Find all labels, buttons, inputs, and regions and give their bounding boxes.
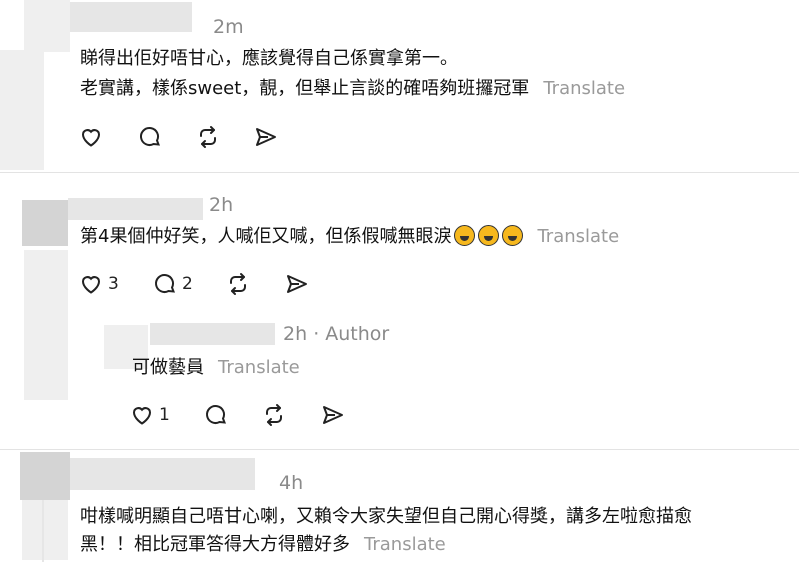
rolling-laughing-emoji [454,225,476,246]
translate-link[interactable]: Translate [218,357,300,378]
translate-link[interactable]: Translate [364,534,446,555]
heart-icon [81,276,101,294]
avatar[interactable] [20,452,70,500]
like-count: 3 [108,274,119,294]
comment-text-line-2: 黑！！相比冠軍答得大方得體好多 Translate [80,530,446,560]
blurred-username[interactable] [68,198,203,220]
comment-text: 黑！！相比冠軍答得大方得體好多 [80,534,350,555]
comment-text: 老實講，樣係sweet，靚，但舉止言談的確唔夠班攞冠軍 [80,78,530,99]
timestamp: 4h [279,472,304,494]
comment-text-line-2: 老實講，樣係sweet，靚，但舉止言談的確唔夠班攞冠軍 Translate [80,74,625,104]
repost-button[interactable] [226,272,250,296]
author-tag: · Author [313,323,390,345]
comment-text-line-1: 睇得出佢好唔甘心，應該覺得自己係實拿第一。 [80,48,458,69]
reply-button[interactable] [204,403,228,427]
avatar[interactable] [22,200,68,246]
share-button[interactable] [285,272,309,296]
timestamp: 2h · Author [283,323,389,345]
send-icon [256,128,276,146]
blurred-thread-area [22,500,68,560]
avatar[interactable] [24,0,70,52]
divider [0,172,799,173]
blurred-username[interactable] [70,2,192,32]
heart-icon [81,129,101,147]
comment-icon [155,274,176,293]
reply-text: 可做藝員 [132,357,204,378]
blurred-thread-area [0,50,44,170]
repost-icon [230,273,246,295]
like-button[interactable] [79,125,103,149]
send-icon [287,275,307,293]
comment-text: 第4果個仲好笑，人喊佢又喊，但係假喊無眼淚 [80,226,452,247]
blurred-username[interactable] [150,323,275,345]
repost-icon [200,126,216,148]
translate-link[interactable]: Translate [543,78,625,99]
repost-icon [266,404,282,426]
repost-button[interactable] [262,403,286,427]
like-button[interactable]: 1 [130,403,170,427]
send-icon [323,406,343,424]
like-count: 1 [159,405,170,425]
thread-line [42,500,44,562]
comment-icon [140,127,161,146]
timestamp: 2m [213,16,244,38]
blurred-username[interactable] [70,458,255,490]
like-button[interactable]: 3 [79,272,119,296]
reply-button[interactable] [138,125,162,149]
comment-icon [206,405,227,424]
repost-button[interactable] [196,125,220,149]
blurred-thread-area [24,250,68,400]
share-button[interactable] [321,403,345,427]
share-button[interactable] [254,125,278,149]
comment-text-line: 第4果個仲好笑，人喊佢又喊，但係假喊無眼淚 Translate [80,222,619,252]
timestamp: 2h [209,194,234,216]
reply-text-line: 可做藝員 Translate [132,353,300,383]
comment-text-line-1: 咁樣喊明顯自己唔甘心喇，又賴令大家失望但自己開心得獎，講多左啦愈描愈 [80,506,692,527]
reply-button[interactable]: 2 [153,272,193,296]
divider [0,449,799,450]
reply-count: 2 [182,274,193,294]
heart-icon [132,407,152,425]
rolling-laughing-emoji [478,225,500,246]
translate-link[interactable]: Translate [537,226,619,247]
rolling-laughing-emoji [502,225,524,246]
reply-time: 2h [283,323,308,345]
